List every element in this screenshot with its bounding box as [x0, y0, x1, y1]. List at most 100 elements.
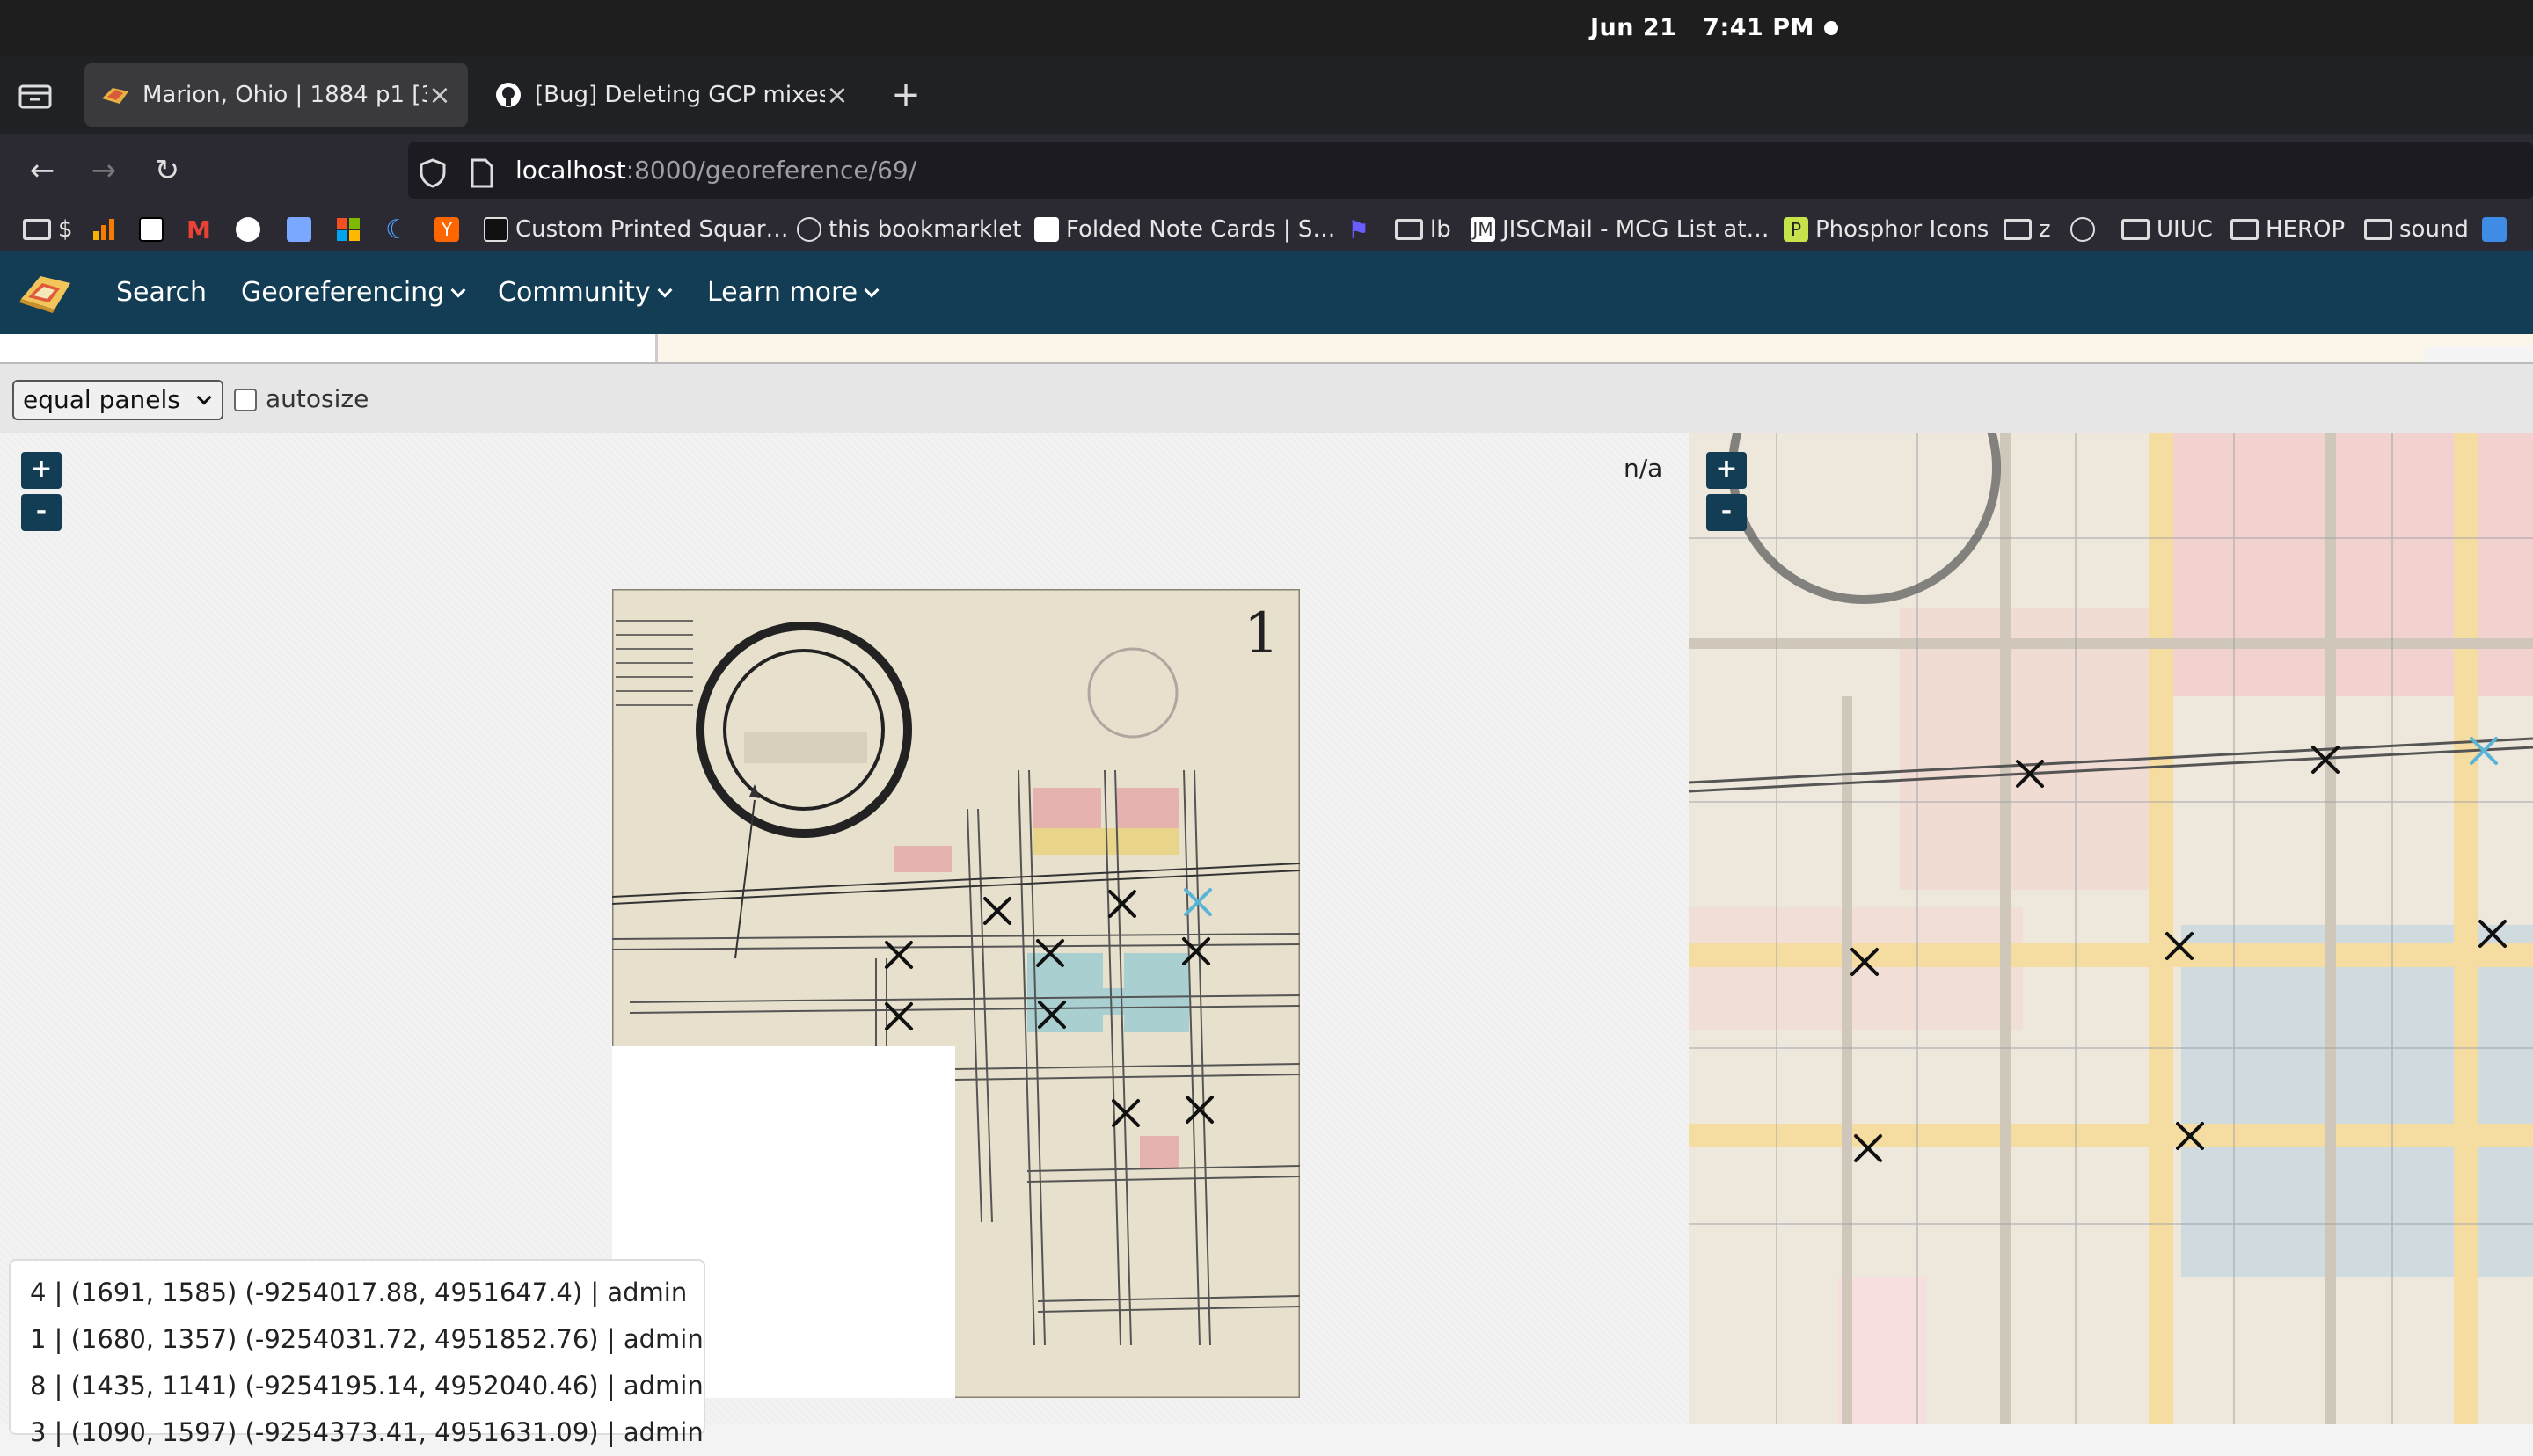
folder-icon: [2230, 219, 2259, 240]
doc-zoom-in-button[interactable]: +: [21, 452, 62, 489]
browser-nav-bar: ← → ↻ localhost:8000/georeference/69/: [0, 134, 2533, 207]
bookmark-folder-z[interactable]: z: [2004, 207, 2051, 251]
new-tab-button[interactable]: +: [890, 72, 922, 118]
bookmark-notion[interactable]: [139, 207, 171, 251]
gmail-icon: M: [186, 215, 211, 244]
phosphor-icon: P: [1784, 217, 1808, 242]
folder-icon: [1395, 219, 1423, 240]
bookmark-folder-lb[interactable]: lb: [1395, 207, 1451, 251]
bookmark-folder-dollar[interactable]: $: [23, 207, 73, 251]
bookmark-folder-sound[interactable]: sound: [2364, 207, 2469, 251]
url-text[interactable]: localhost:8000/georeference/69/: [515, 134, 916, 207]
georeference-toolbar: equal panels autosize: [0, 362, 2533, 433]
os-top-bar: Jun 21 7:41 PM: [0, 0, 2533, 56]
bookmark-gmail[interactable]: M: [186, 207, 211, 251]
page-icon: [471, 158, 493, 188]
os-time: 7:41 PM: [1703, 14, 1814, 41]
reload-icon[interactable]: ↻: [148, 151, 186, 190]
nav-learn-more[interactable]: Learn more: [707, 251, 880, 334]
bookmark-globe[interactable]: [2070, 207, 2102, 251]
bookmark-app[interactable]: [287, 207, 318, 251]
bookmark-mail[interactable]: [236, 207, 267, 251]
sanborn-map-sheet[interactable]: 1: [612, 589, 1300, 1398]
nav-georeferencing[interactable]: Georeferencing: [241, 251, 466, 334]
ref-zoom-out-button[interactable]: -: [1706, 494, 1747, 531]
bookmark-custom-printed[interactable]: Custom Printed Squar…: [484, 207, 789, 251]
oldinsurancemaps-favicon-icon: [102, 88, 128, 104]
svg-text:1: 1: [1244, 601, 1280, 666]
back-arrow-icon[interactable]: ←: [23, 151, 62, 190]
crescent-icon: ☾: [385, 214, 409, 245]
nav-community[interactable]: Community: [498, 251, 673, 334]
document-panel[interactable]: + - n/a 1 4 | (1691, 1585) (-9254017.88,…: [0, 433, 1689, 1447]
bookmark-jiscmail[interactable]: JM JISCMail - MCG List at…: [1471, 207, 1770, 251]
gcp-list-item[interactable]: 4 | (1691, 1585) (-9254017.88, 4951647.4…: [30, 1270, 687, 1316]
gcp-list-item[interactable]: 1 | (1680, 1357) (-9254031.72, 4951852.7…: [30, 1316, 704, 1363]
panel-mode-value: equal panels: [23, 385, 180, 414]
tab-list-icon[interactable]: [18, 79, 53, 111]
close-tab-icon[interactable]: ×: [427, 80, 452, 111]
app-icon: [287, 217, 311, 242]
overflow-icon: [2482, 217, 2507, 242]
doc-status-label: n/a: [1624, 454, 1663, 483]
jiscmail-icon: JM: [1471, 217, 1495, 242]
notification-dot-icon: [1824, 21, 1838, 35]
bookmark-flag[interactable]: ⚑: [1347, 207, 1369, 251]
bar-chart-icon: [93, 219, 114, 240]
autosize-checkbox[interactable]: [234, 389, 257, 411]
bookmark-folder-herop[interactable]: HEROP: [2230, 207, 2345, 251]
mail-icon: [236, 217, 260, 242]
folder-icon: [2364, 219, 2392, 240]
bookmark-bookmarklet[interactable]: this bookmarklet: [797, 207, 1022, 251]
globe-icon: [797, 217, 821, 242]
bookmark-folded-cards[interactable]: Folded Note Cards | S…: [1034, 207, 1335, 251]
forward-arrow-icon[interactable]: →: [84, 151, 123, 190]
reference-map[interactable]: [1689, 433, 2533, 1424]
bookmark-moon[interactable]: ☾: [385, 207, 409, 251]
bookmark-overflow[interactable]: [2482, 207, 2514, 251]
tab-marion-ohio[interactable]: Marion, Ohio | 1884 p1 [3] – ×: [84, 63, 468, 127]
chevron-down-icon: [450, 282, 466, 298]
oldinsurancemaps-logo-icon[interactable]: [18, 266, 74, 318]
squarespace-icon: [484, 217, 508, 242]
top-strip-right: [2424, 346, 2533, 362]
url-host: localhost: [515, 156, 626, 185]
ycombinator-icon: Y: [434, 217, 459, 242]
shield-icon[interactable]: [419, 158, 447, 188]
panel-mode-select[interactable]: equal panels: [12, 380, 223, 420]
github-icon: [496, 83, 521, 107]
chevron-down-icon: [196, 389, 212, 405]
url-path: :8000/georeference/69/: [625, 156, 917, 185]
bookmark-folder-uiuc[interactable]: UIUC: [2121, 207, 2213, 251]
bookmark-phosphor[interactable]: P Phosphor Icons: [1784, 207, 1989, 251]
bookmark-microsoft[interactable]: [336, 207, 361, 251]
gcp-list-item[interactable]: 8 | (1435, 1141) (-9254195.14, 4952040.4…: [30, 1363, 704, 1409]
app-navbar: Search Georeferencing Community Learn mo…: [0, 251, 2533, 334]
bookmarks-bar: $ M ☾ Y Custom Printed Squar… this bookm…: [0, 207, 2533, 251]
reference-map-panel[interactable]: + -: [1689, 433, 2533, 1424]
doc-zoom-out-button[interactable]: -: [21, 494, 62, 531]
folder-icon: [2004, 219, 2032, 240]
folder-icon: [23, 219, 51, 240]
tab-github-issue[interactable]: [Bug] Deleting GCP mixes u ×: [478, 63, 865, 127]
os-clock[interactable]: Jun 21 7:41 PM: [1590, 0, 1814, 56]
ref-zoom-in-button[interactable]: +: [1706, 452, 1747, 489]
gcp-list-item[interactable]: 3 | (1090, 1597) (-9254373.41, 4951631.0…: [30, 1409, 704, 1456]
notion-icon: [139, 217, 164, 242]
browser-tab-strip: Marion, Ohio | 1884 p1 [3] – × [Bug] Del…: [0, 56, 2533, 134]
chevron-down-icon: [864, 282, 880, 298]
microsoft-icon: [337, 218, 360, 241]
globe-icon: [2070, 217, 2095, 242]
chevron-down-icon: [657, 282, 673, 298]
autosize-label: autosize: [266, 384, 369, 413]
tab-title: Marion, Ohio | 1884 p1 [3] –: [142, 82, 427, 108]
close-tab-icon[interactable]: ×: [825, 80, 850, 111]
os-date: Jun 21: [1590, 14, 1677, 41]
site-icon: [1034, 217, 1059, 242]
bookmark-ycombinator[interactable]: Y: [434, 207, 466, 251]
tab-title: [Bug] Deleting GCP mixes u: [535, 82, 825, 108]
nav-search[interactable]: Search: [116, 251, 207, 334]
page-top-strip: [0, 334, 2533, 362]
top-strip-left: [0, 334, 658, 362]
bookmark-analytics[interactable]: [91, 207, 116, 251]
